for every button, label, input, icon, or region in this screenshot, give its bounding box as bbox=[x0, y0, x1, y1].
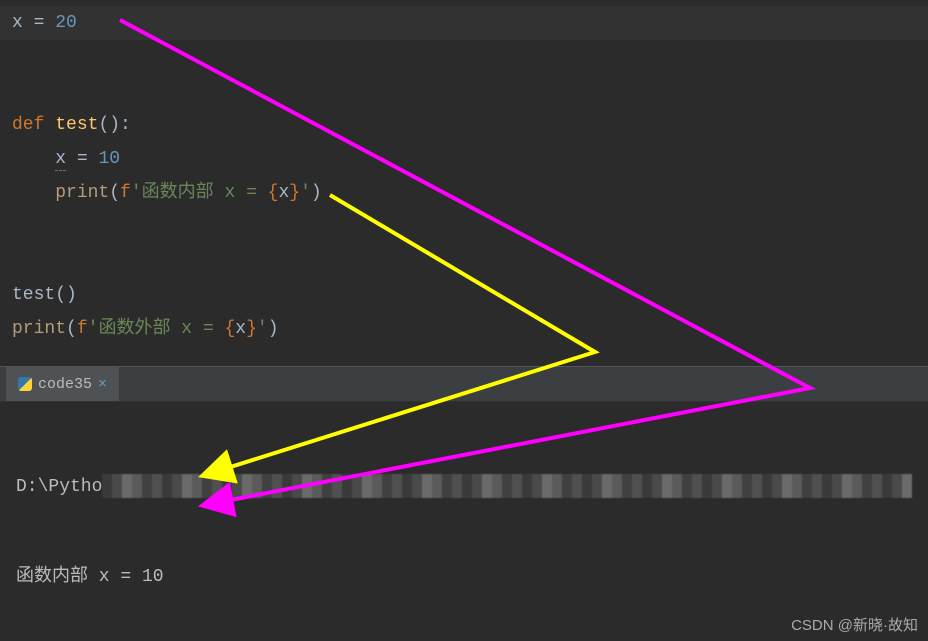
call-print: print bbox=[55, 183, 109, 203]
tab-label: code35 bbox=[38, 376, 92, 393]
console-output[interactable]: D:\Pytho 函数内部 x = 10 函数外部 x = 20 Process… bbox=[0, 402, 928, 641]
code-line: print(f'函数内部 x = {x}') bbox=[12, 176, 928, 210]
console-tab-bar: code35 × bbox=[0, 367, 928, 402]
number-literal: 10 bbox=[98, 149, 120, 169]
code-line: x = 20 bbox=[12, 6, 928, 40]
variable-x: x bbox=[12, 13, 23, 33]
variable-x: x bbox=[55, 149, 66, 171]
python-icon bbox=[18, 377, 32, 391]
number-literal: 20 bbox=[55, 13, 77, 33]
code-editor[interactable]: x = 20 def test(): x = 10 print(f'函数内部 x… bbox=[0, 0, 928, 366]
console-line: D:\Pytho bbox=[16, 472, 912, 502]
close-icon[interactable]: × bbox=[98, 376, 107, 393]
redacted-path bbox=[102, 474, 912, 498]
code-line: test() bbox=[12, 278, 928, 312]
call-print: print bbox=[12, 319, 66, 339]
code-line: x = 10 bbox=[12, 142, 928, 176]
call-test: test bbox=[12, 285, 55, 305]
watermark: CSDN @新晓·故知 bbox=[791, 614, 918, 635]
keyword-def: def bbox=[12, 115, 55, 135]
code-line: print(f'函数外部 x = {x}') bbox=[12, 312, 928, 346]
code-line: def test(): bbox=[12, 108, 928, 142]
tab-code35[interactable]: code35 × bbox=[6, 367, 119, 401]
console-line: 函数内部 x = 10 bbox=[16, 562, 912, 592]
function-name: test bbox=[55, 115, 98, 135]
